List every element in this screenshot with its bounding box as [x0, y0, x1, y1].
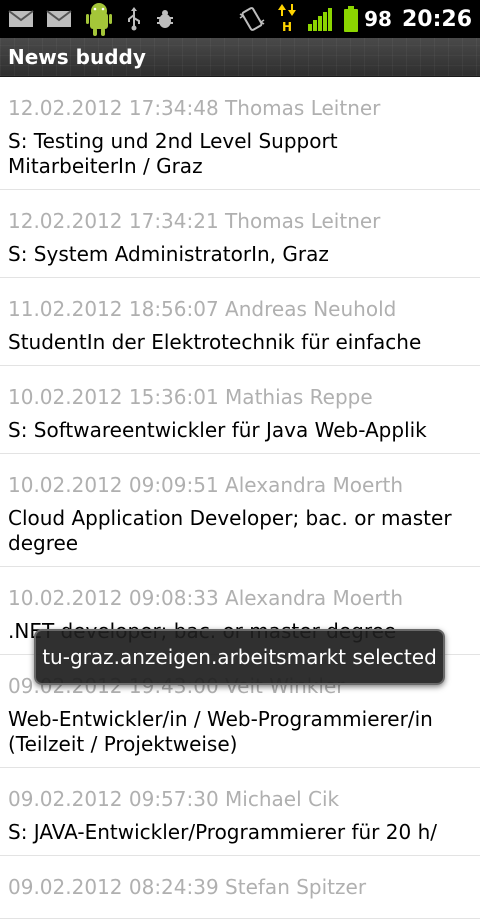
- toast-message: tu-graz.anzeigen.arbeitsmarkt selected: [34, 629, 445, 685]
- notification-icons: [8, 0, 188, 38]
- item-meta: 10.02.2012 15:36:01 Mathias Reppe: [8, 385, 373, 409]
- item-meta: 10.02.2012 09:08:33 Alexandra Moerth: [8, 586, 404, 610]
- list-item[interactable]: 09.02.2012 09:57:30 Michael Cik S: JAVA-…: [0, 768, 480, 856]
- item-subject: Web-Entwickler/in / Web-Programmierer/in…: [8, 707, 433, 756]
- item-subject: Cloud Application Developer; bac. or mas…: [8, 506, 452, 555]
- android-debug-icon: [84, 1, 114, 37]
- title-bar: News buddy: [0, 38, 480, 77]
- item-meta: 12.02.2012 17:34:48 Thomas Leitner: [8, 96, 381, 120]
- list-item[interactable]: 10.02.2012 15:36:01 Mathias Reppe S: Sof…: [0, 366, 480, 454]
- hspa-data-icon: H: [276, 4, 298, 34]
- signal-bars-icon: [308, 7, 334, 31]
- list-item[interactable]: 10.02.2012 09:09:51 Alexandra Moerth Clo…: [0, 454, 480, 567]
- item-subject: S: System AdministratorIn, Graz: [8, 242, 329, 266]
- system-icons: H 98 20:26: [228, 0, 472, 38]
- svg-text:H: H: [282, 20, 292, 34]
- item-subject: S: JAVA-Entwickler/Programmierer für 20 …: [8, 820, 437, 844]
- battery-percent: 98: [364, 7, 392, 31]
- item-subject: S: Softwareentwickler für Java Web-Appli…: [8, 418, 427, 442]
- list-item[interactable]: 12.02.2012 17:34:48 Thomas Leitner S: Te…: [0, 77, 480, 190]
- item-meta: 09.02.2012 08:24:39 Stefan Spitzer: [8, 875, 367, 899]
- status-bar: H 98 20:26: [0, 0, 480, 38]
- battery-icon: [344, 6, 359, 32]
- item-meta: 12.02.2012 17:34:21 Thomas Leitner: [8, 209, 381, 233]
- item-meta: 11.02.2012 18:56:07 Andreas Neuhold: [8, 297, 397, 321]
- news-list[interactable]: 12.02.2012 17:34:48 Thomas Leitner S: Te…: [0, 77, 480, 919]
- list-item[interactable]: 12.02.2012 17:34:21 Thomas Leitner S: Sy…: [0, 190, 480, 278]
- list-item[interactable]: 09.02.2012 08:24:39 Stefan Spitzer: [0, 856, 480, 919]
- item-subject: S: Testing und 2nd Level Support Mitarbe…: [8, 129, 338, 178]
- mail-icon: [46, 9, 72, 29]
- clock: 20:26: [401, 6, 472, 32]
- item-subject: StudentIn der Elektrotechnik für einfach…: [8, 330, 422, 354]
- item-meta: 09.02.2012 09:57:30 Michael Cik: [8, 787, 340, 811]
- gmail-icon: [8, 9, 34, 29]
- list-item[interactable]: 11.02.2012 18:56:07 Andreas Neuhold Stud…: [0, 278, 480, 366]
- app-title: News buddy: [8, 45, 146, 69]
- bug-icon: [154, 8, 176, 30]
- vibrate-icon: [238, 6, 266, 32]
- item-meta: 10.02.2012 09:09:51 Alexandra Moerth: [8, 473, 404, 497]
- usb-icon: [126, 7, 142, 31]
